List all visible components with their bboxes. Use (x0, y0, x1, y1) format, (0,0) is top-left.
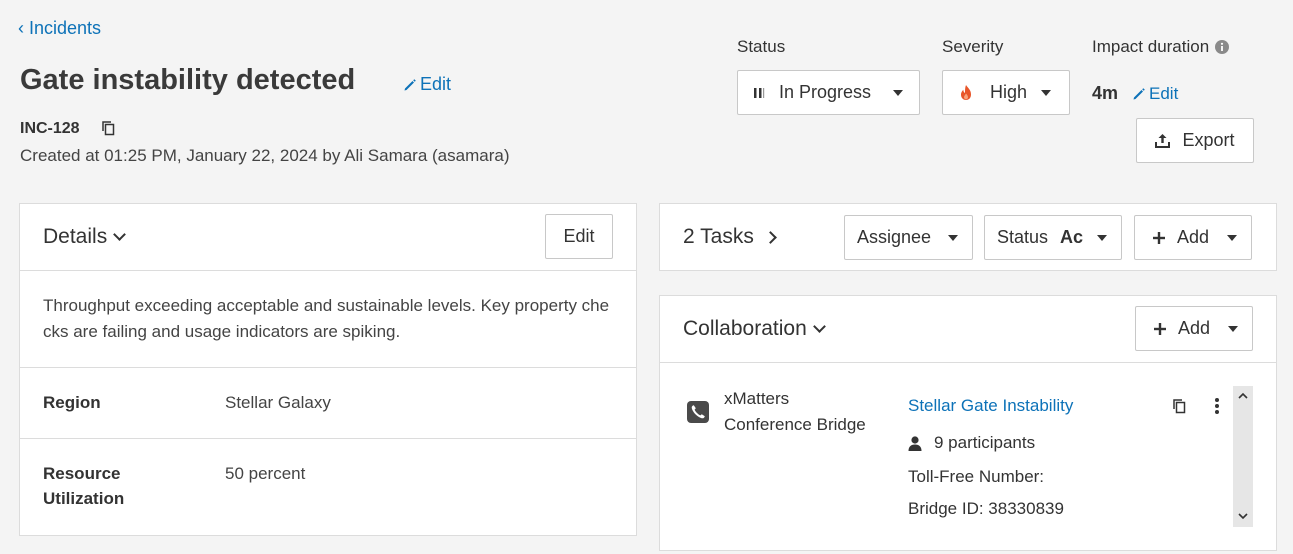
created-info: Created at 01:25 PM, January 22, 2024 by… (20, 146, 510, 165)
details-toggle[interactable]: Details (43, 225, 127, 249)
export-label: Export (1182, 130, 1235, 150)
assignee-filter-label: Assignee (857, 227, 932, 247)
add-collaboration-button[interactable]: Add (1135, 306, 1253, 351)
severity-value: High (990, 82, 1028, 102)
chevron-down-icon (1227, 234, 1237, 241)
severity-dropdown[interactable]: High (942, 70, 1070, 115)
bridge-type: xMatters Conference Bridge (724, 386, 866, 438)
kebab-icon[interactable] (1214, 397, 1220, 415)
collaboration-panel: Collaboration Add xMatters Conference Br… (659, 295, 1277, 551)
field-value-resource-utilization: 50 percent (225, 464, 306, 483)
tasks-panel: 2 Tasks Assignee Status Ac Add (659, 203, 1277, 271)
chevron-right-icon (763, 230, 777, 244)
add-task-label: Add (1177, 227, 1210, 247)
bridge-type-line1: xMatters (724, 389, 790, 408)
breadcrumb-incidents-link[interactable]: ‹ Incidents (18, 18, 101, 39)
user-icon (908, 435, 922, 451)
add-task-button[interactable]: Add (1134, 215, 1252, 260)
copy-icon[interactable] (101, 120, 116, 142)
pencil-icon (1133, 88, 1145, 100)
bridge-type-line2: Conference Bridge (724, 415, 866, 434)
participants-count: 9 participants (934, 433, 1036, 452)
bridge-id: Bridge ID: 38330839 (908, 499, 1064, 518)
page-title: Gate instability detected (20, 64, 356, 96)
chevron-down-icon (812, 320, 826, 333)
edit-title-link[interactable]: Edit (403, 74, 451, 95)
scroll-down-icon[interactable] (1238, 513, 1248, 520)
status-filter-label: Status (997, 227, 1049, 247)
impact-duration-label: Impact duration (1092, 37, 1210, 56)
assignee-filter-dropdown[interactable]: Assignee (844, 215, 973, 260)
chevron-down-icon (1228, 325, 1238, 332)
flame-icon (961, 85, 971, 100)
plus-icon (1154, 322, 1166, 335)
copy-icon[interactable] (1172, 398, 1187, 415)
upload-icon (1155, 134, 1171, 148)
tasks-link[interactable]: 2 Tasks (683, 225, 777, 249)
bridge-participants: 9 participants (908, 433, 1035, 453)
chevron-left-icon: ‹ (18, 18, 24, 38)
field-label-resource-utilization: Resource Utilization (43, 464, 125, 508)
collaboration-title: Collaboration (683, 317, 807, 340)
details-title: Details (43, 225, 108, 248)
incident-id: INC-128 (20, 120, 80, 137)
chevron-down-icon (113, 228, 127, 241)
collaboration-toggle[interactable]: Collaboration (683, 317, 826, 341)
status-filter-value: Ac (1060, 227, 1084, 247)
edit-impact-label: Edit (1149, 84, 1179, 103)
tasks-title: 2 Tasks (683, 225, 754, 248)
plus-icon (1153, 231, 1165, 244)
status-value: In Progress (779, 82, 872, 102)
pause-icon (754, 87, 765, 98)
details-edit-button[interactable]: Edit (545, 214, 613, 259)
phone-icon (687, 401, 709, 423)
edit-title-label: Edit (420, 74, 452, 94)
collaboration-scrollbar[interactable] (1233, 386, 1253, 527)
field-value-region: Stellar Galaxy (225, 393, 331, 412)
field-label-region: Region (43, 393, 101, 412)
details-edit-label: Edit (563, 226, 595, 246)
impact-duration-value: 4m (1092, 83, 1119, 103)
bridge-name-link[interactable]: Stellar Gate Instability (908, 396, 1073, 416)
status-filter-dropdown[interactable]: Status Ac (984, 215, 1122, 260)
impact-duration-header: Impact duration (1092, 37, 1230, 57)
add-collaboration-label: Add (1178, 318, 1211, 338)
details-description: Throughput exceeding acceptable and sust… (43, 296, 610, 341)
pencil-icon (404, 78, 416, 90)
details-panel: Details Edit Throughput exceeding accept… (19, 203, 637, 536)
chevron-down-icon (1097, 234, 1107, 241)
edit-impact-link[interactable]: Edit (1132, 84, 1178, 104)
chevron-down-icon (1041, 89, 1051, 96)
breadcrumb-label: Incidents (29, 18, 102, 38)
info-icon[interactable] (1215, 40, 1230, 54)
scroll-up-icon[interactable] (1238, 392, 1248, 399)
severity-label: Severity (942, 37, 1004, 56)
toll-free-number: Toll-Free Number: (908, 467, 1045, 486)
status-dropdown[interactable]: In Progress (737, 70, 920, 115)
chevron-down-icon (893, 89, 903, 96)
chevron-down-icon (948, 234, 958, 241)
status-label: Status (737, 37, 786, 56)
export-button[interactable]: Export (1136, 118, 1254, 163)
